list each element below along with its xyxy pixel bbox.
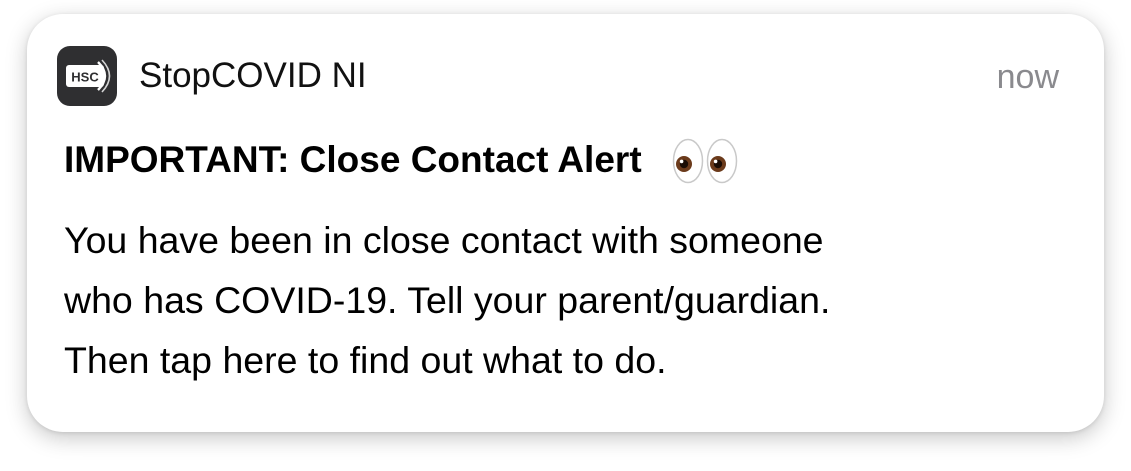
notification-timestamp: now: [996, 58, 1059, 96]
message-line: who has COVID-19. Tell your parent/guard…: [64, 279, 831, 321]
svg-text:HSC: HSC: [71, 70, 99, 85]
eyes-emoji-icon: [672, 138, 738, 184]
app-name: StopCOVID NI: [139, 56, 367, 95]
notification-message: You have been in close contact with some…: [64, 210, 1074, 390]
notification-title-row: IMPORTANT: Close Contact Alert: [64, 132, 738, 188]
message-line: Then tap here to find out what to do.: [64, 339, 667, 381]
notification-title: IMPORTANT: Close Contact Alert: [64, 139, 642, 180]
hsc-logo-icon: HSC: [57, 46, 117, 106]
notification-banner[interactable]: HSC StopCOVID NI now IMPORTANT: Close Co…: [27, 14, 1104, 432]
message-line: You have been in close contact with some…: [64, 219, 824, 261]
